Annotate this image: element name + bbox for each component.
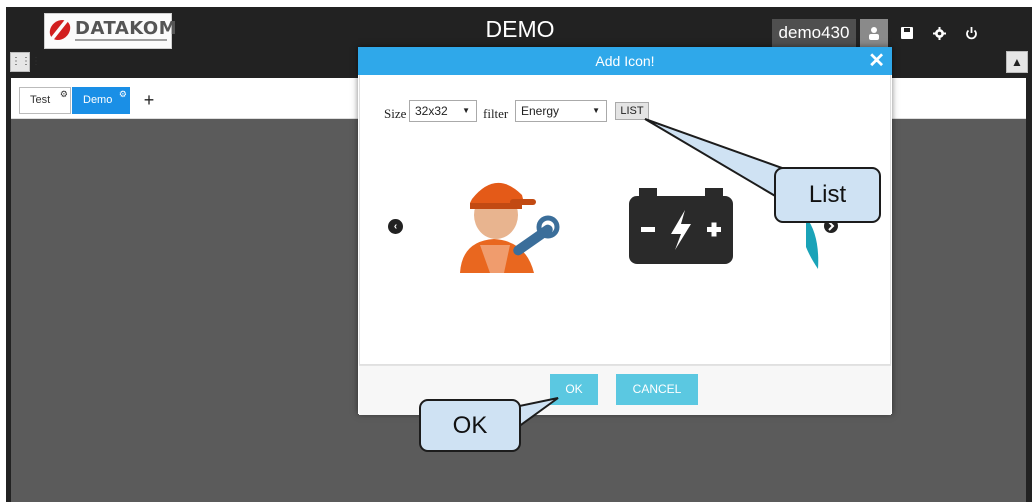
list-callout: List — [774, 167, 881, 223]
ok-callout-text: OK — [452, 412, 488, 439]
list-callout-text: List — [808, 181, 847, 208]
list-callout-pointer — [644, 118, 783, 202]
ok-callout: OK — [419, 399, 521, 452]
